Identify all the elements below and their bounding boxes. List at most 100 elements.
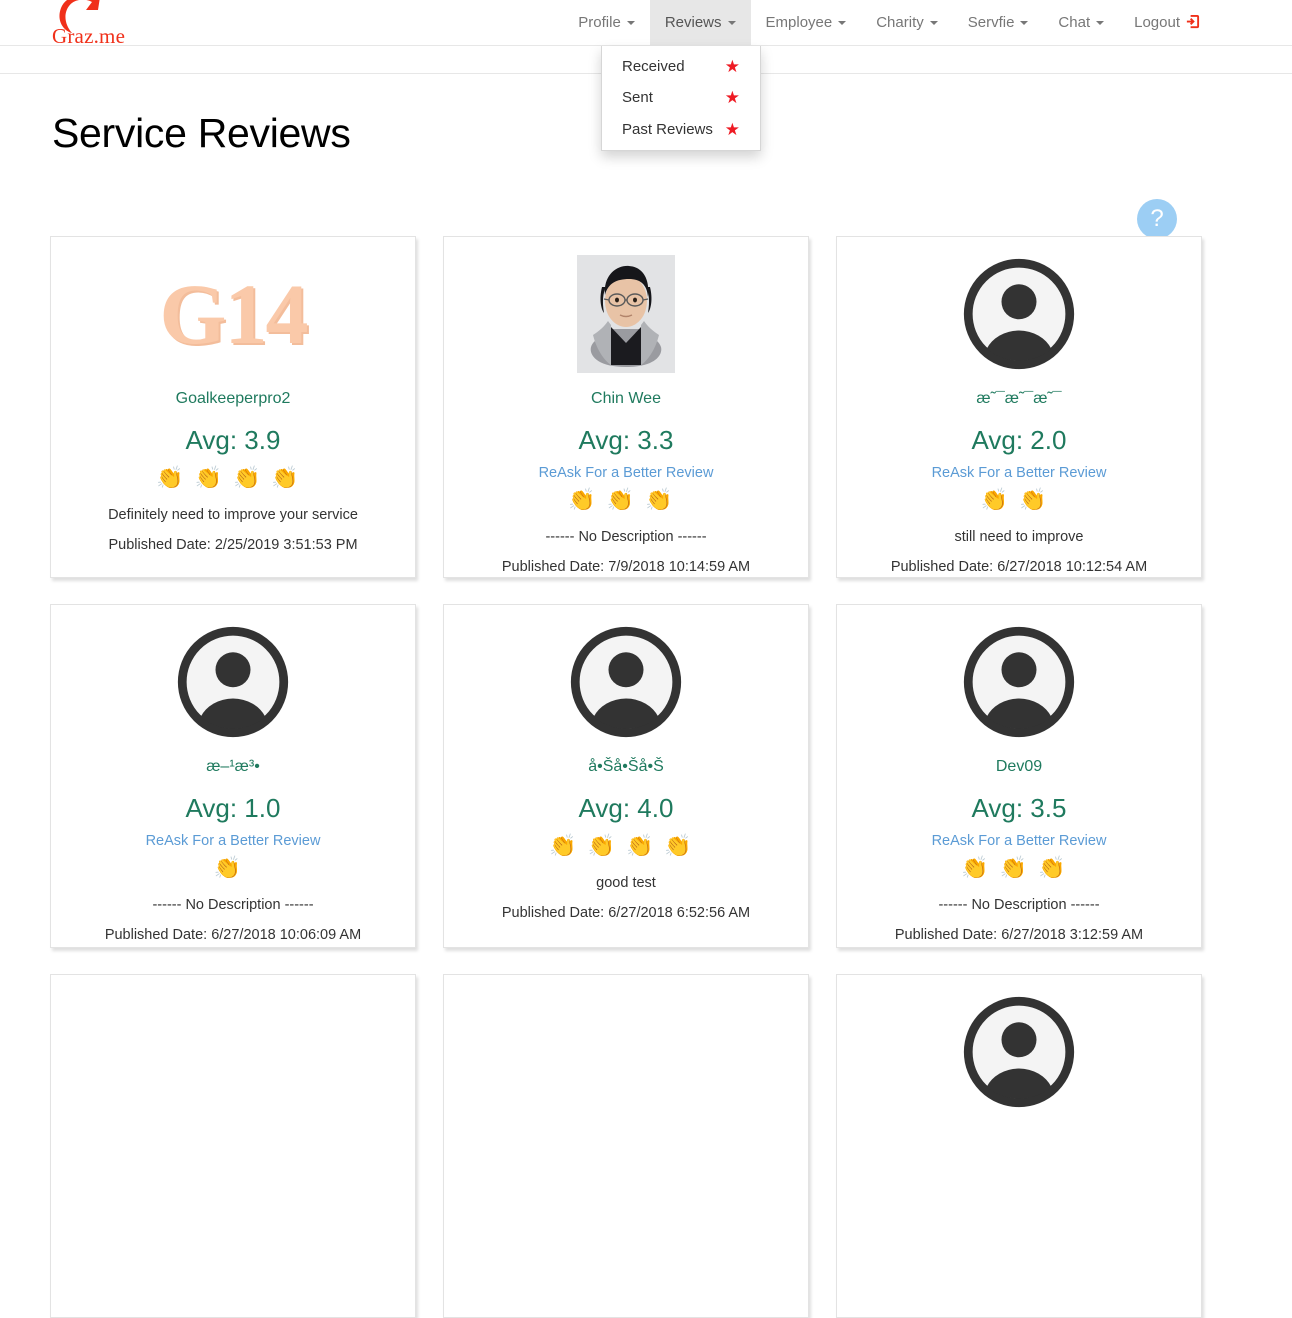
nav-item-employee[interactable]: Employee — [751, 0, 862, 45]
published-date: Published Date: 6/27/2018 3:12:59 AM — [894, 927, 1144, 944]
nav-label-reviews: Reviews — [664, 14, 722, 31]
average-rating: Avg: 4.0 — [578, 793, 674, 824]
reask-link[interactable]: ReAsk For a Better Review — [458, 465, 794, 481]
review-description: ------ No Description ------ — [152, 897, 314, 914]
nav-label-employee: Employee — [765, 14, 833, 31]
star-icon: ★ — [724, 119, 740, 139]
clap-rating-icons — [458, 1165, 794, 1193]
main-navbar: Graz.me Profile Reviews Employee Charity… — [0, 0, 1292, 48]
reviewer-name: å•Šå•Šå•Š — [588, 758, 664, 775]
chevron-down-icon — [1096, 20, 1105, 25]
review-description — [851, 1207, 1187, 1225]
nav-label-chat: Chat — [1058, 14, 1091, 31]
reask-link[interactable]: ReAsk For a Better Review — [851, 833, 1187, 849]
review-card: Chin Wee Avg: 3.3 ReAsk For a Better Revie… — [443, 236, 809, 578]
clap-rating-icons: 👏 — [213, 855, 253, 881]
reviewer-name: æ˜¯æ˜¯æ˜¯ — [976, 390, 1062, 407]
clap-rating-icons: 👏👏 — [980, 487, 1058, 513]
average-rating: Avg: 3.5 — [971, 793, 1067, 824]
nav-item-profile[interactable]: Profile — [563, 0, 650, 45]
review-card-grid: G14 Goalkeeperpro2 Avg: 3.9 👏👏👏👏 Definitely … — [50, 236, 1202, 1318]
review-card: Dev09 Avg: 3.5 ReAsk For a Better Review 👏👏… — [836, 604, 1202, 948]
star-icon: ★ — [724, 57, 740, 77]
chevron-down-icon — [626, 20, 635, 25]
average-rating: Avg: 3.3 — [578, 425, 674, 456]
reask-link[interactable]: ReAsk For a Better Review — [851, 465, 1187, 481]
review-card: æ˜¯æ˜¯æ˜¯ Avg: 2.0 ReAsk For a Better Revi… — [836, 236, 1202, 578]
card-avatar — [458, 619, 794, 745]
card-avatar — [458, 989, 794, 1115]
review-description: Definitely need to improve your service — [108, 507, 358, 524]
clap-rating-icons — [851, 1165, 1187, 1193]
dropdown-item-received[interactable]: Received ★ — [602, 51, 760, 82]
reviewer-name — [851, 1127, 1187, 1146]
review-description — [65, 1207, 401, 1225]
review-description: ------ No Description ------ — [938, 897, 1100, 914]
card-avatar — [851, 619, 1187, 745]
clap-rating-icons: 👏👏👏 — [568, 487, 684, 513]
review-description: good test — [596, 875, 656, 892]
nav-menu: Profile Reviews Employee Charity Servfie… — [563, 0, 1215, 45]
review-card — [50, 974, 416, 1318]
clap-rating-icons: 👏👏👏👏 — [549, 833, 703, 859]
average-rating: Avg: 1.0 — [185, 793, 281, 824]
nav-item-logout[interactable]: Logout — [1119, 0, 1215, 45]
reviewer-name: Goalkeeperpro2 — [175, 390, 291, 407]
default-avatar-icon — [963, 258, 1075, 370]
review-card — [443, 974, 809, 1318]
published-date: Published Date: 6/27/2018 6:52:56 AM — [501, 905, 751, 922]
published-date: Published Date: 2/25/2019 3:51:53 PM — [108, 537, 358, 554]
review-card: æ–¹æ³• Avg: 1.0 ReAsk For a Better Review 👏… — [50, 604, 416, 948]
nav-label-charity: Charity — [876, 14, 924, 31]
review-card: G14 Goalkeeperpro2 Avg: 3.9 👏👏👏👏 Definitely … — [50, 236, 416, 578]
published-date: Published Date: 6/27/2018 10:06:09 AM — [104, 927, 362, 944]
brand-name: Graz.me — [52, 24, 126, 48]
reask-link[interactable]: ReAsk For a Better Review — [65, 833, 401, 849]
nav-item-chat[interactable]: Chat — [1043, 0, 1119, 45]
review-card: å•Šå•Šå•Š Avg: 4.0 👏👏👏👏 good test Published … — [443, 604, 809, 948]
average-rating: Avg: 2.0 — [971, 425, 1067, 456]
user-photo — [577, 255, 675, 373]
dropdown-item-past-reviews[interactable]: Past Reviews ★ — [602, 114, 760, 145]
company-logo-text: G14 — [159, 266, 309, 362]
dropdown-label-sent: Sent — [622, 89, 653, 107]
nav-item-charity[interactable]: Charity — [861, 0, 953, 45]
logout-icon — [1185, 14, 1200, 33]
card-avatar — [458, 251, 794, 377]
nav-label-logout: Logout — [1134, 14, 1180, 31]
clap-rating-icons: 👏👏👏👏 — [156, 465, 310, 491]
clap-rating-icons — [65, 1165, 401, 1193]
review-description — [458, 1207, 794, 1225]
reviewer-name: Chin Wee — [591, 390, 661, 407]
card-avatar — [851, 989, 1187, 1115]
default-avatar-icon — [963, 996, 1075, 1108]
review-card — [836, 974, 1202, 1318]
nav-item-reviews[interactable]: Reviews — [649, 0, 751, 45]
published-date: Published Date: 6/27/2018 10:12:54 AM — [890, 559, 1148, 576]
card-avatar — [65, 989, 401, 1115]
reviewer-name — [458, 1127, 794, 1146]
chevron-down-icon — [838, 20, 847, 25]
page-title: Service Reviews — [52, 110, 351, 156]
chevron-down-icon — [929, 20, 938, 25]
nav-label-profile: Profile — [578, 14, 621, 31]
dropdown-label-past-reviews: Past Reviews — [622, 120, 713, 138]
star-icon: ★ — [724, 88, 740, 108]
default-avatar-icon — [177, 626, 289, 738]
dropdown-item-sent[interactable]: Sent ★ — [602, 82, 760, 113]
reviews-dropdown-menu: Received ★ Sent ★ Past Reviews ★ — [601, 46, 761, 151]
average-rating: Avg: 3.9 — [185, 425, 281, 456]
reviewer-name: æ–¹æ³• — [206, 758, 260, 775]
help-button[interactable]: ? — [1137, 199, 1177, 239]
published-date: Published Date: 7/9/2018 10:14:59 AM — [501, 559, 751, 576]
clap-rating-icons: 👏👏👏 — [961, 855, 1077, 881]
chevron-down-icon — [1020, 20, 1029, 25]
nav-label-servfie: Servfie — [967, 14, 1015, 31]
brand-logo[interactable]: Graz.me — [52, 0, 132, 50]
nav-item-servfie[interactable]: Servfie — [953, 0, 1044, 45]
dropdown-label-received: Received — [622, 58, 685, 75]
card-avatar: G14 — [65, 251, 401, 377]
default-avatar-icon — [570, 626, 682, 738]
card-avatar — [65, 619, 401, 745]
reviewer-name — [65, 1127, 401, 1146]
